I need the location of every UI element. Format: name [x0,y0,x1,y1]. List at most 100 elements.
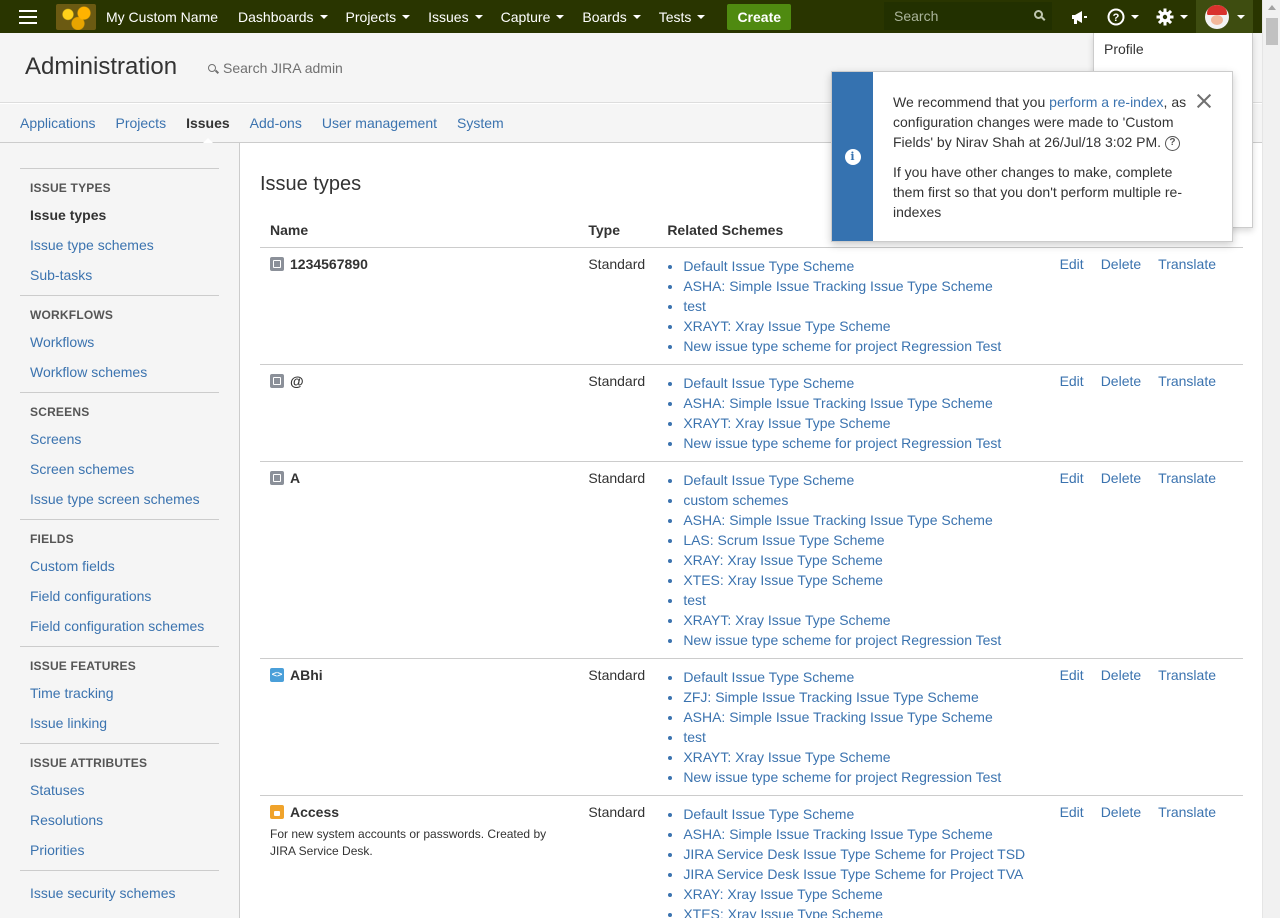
tab-system[interactable]: System [457,104,504,143]
delete-link[interactable]: Delete [1101,470,1141,486]
sidebar-item-issue-types[interactable]: Issue types [20,205,219,235]
sidebar-item-workflow-schemes[interactable]: Workflow schemes [20,362,219,392]
translate-link[interactable]: Translate [1158,470,1216,486]
sidebar-item-field-configurations[interactable]: Field configurations [20,586,219,616]
search-input[interactable] [892,7,1022,25]
sidebar-item-resolutions[interactable]: Resolutions [20,810,219,840]
edit-link[interactable]: Edit [1060,667,1084,683]
related-scheme-link[interactable]: custom schemes [683,490,1039,510]
sidebar-item-time-tracking[interactable]: Time tracking [20,683,219,713]
settings-menu-button[interactable] [1156,0,1188,33]
help-menu-button[interactable]: ? [1107,0,1139,33]
top-search-box[interactable] [884,2,1052,30]
menu-boards[interactable]: Boards [582,9,641,25]
related-scheme-link[interactable]: XRAYT: Xray Issue Type Scheme [683,316,1039,336]
translate-link[interactable]: Translate [1158,804,1216,820]
help-icon[interactable]: ? [1164,135,1180,151]
admin-search-placeholder[interactable]: Search JIRA admin [223,60,343,76]
related-scheme-link[interactable]: test [683,727,1039,747]
related-scheme-link[interactable]: test [683,296,1039,316]
search-icon[interactable] [1034,10,1043,19]
related-scheme-link[interactable]: JIRA Service Desk Issue Type Scheme for … [683,864,1039,884]
related-scheme-link[interactable]: ZFJ: Simple Issue Tracking Issue Type Sc… [683,687,1039,707]
tab-applications[interactable]: Applications [20,104,96,143]
sidebar-item-screen-schemes[interactable]: Screen schemes [20,459,219,489]
sidebar-item-issue-security-schemes[interactable]: Issue security schemes [20,883,219,913]
related-schemes-list: Default Issue Type Schemecustom schemesA… [667,470,1039,650]
related-scheme-link[interactable]: Default Issue Type Scheme [683,470,1039,490]
related-scheme-link[interactable]: ASHA: Simple Issue Tracking Issue Type S… [683,707,1039,727]
related-scheme-link[interactable]: Default Issue Type Scheme [683,667,1039,687]
column-header-name: Name [260,218,579,248]
sidebar-item-custom-fields[interactable]: Custom fields [20,556,219,586]
sidebar-item-statuses[interactable]: Statuses [20,780,219,810]
app-name[interactable]: My Custom Name [106,9,218,25]
related-scheme-link[interactable]: New issue type scheme for project Regres… [683,767,1039,787]
edit-link[interactable]: Edit [1060,256,1084,272]
menu-tests[interactable]: Tests [659,9,706,25]
sidebar-item-issue-linking[interactable]: Issue linking [20,713,219,743]
tab-issues[interactable]: Issues [186,104,230,144]
related-scheme-link[interactable]: ASHA: Simple Issue Tracking Issue Type S… [683,393,1039,413]
tab-user-management[interactable]: User management [322,104,437,143]
related-scheme-link[interactable]: Default Issue Type Scheme [683,373,1039,393]
scroll-up-arrow-icon[interactable] [1268,5,1276,10]
related-scheme-link[interactable]: JIRA Service Desk Issue Type Scheme for … [683,844,1039,864]
column-header-type: Type [578,218,658,248]
edit-link[interactable]: Edit [1060,373,1084,389]
reindex-link[interactable]: perform a re-index [1049,94,1163,110]
menu-icon[interactable] [0,0,56,33]
related-scheme-link[interactable]: New issue type scheme for project Regres… [683,336,1039,356]
delete-link[interactable]: Delete [1101,804,1141,820]
issue-type-name-cell: Access For new system accounts or passwor… [260,795,579,918]
related-scheme-link[interactable]: XRAYT: Xray Issue Type Scheme [683,610,1039,630]
delete-link[interactable]: Delete [1101,256,1141,272]
related-scheme-link[interactable]: Default Issue Type Scheme [683,256,1039,276]
related-scheme-link[interactable]: New issue type scheme for project Regres… [683,433,1039,453]
sidebar-item-field-configuration-schemes[interactable]: Field configuration schemes [20,616,219,646]
translate-link[interactable]: Translate [1158,373,1216,389]
related-scheme-link[interactable]: XRAYT: Xray Issue Type Scheme [683,747,1039,767]
app-logo[interactable] [56,3,96,30]
menu-dashboards[interactable]: Dashboards [238,9,328,25]
notifications-button[interactable] [1070,0,1088,33]
page-title: Administration [25,53,178,80]
sidebar-item-priorities[interactable]: Priorities [20,840,219,870]
related-scheme-link[interactable]: XRAY: Xray Issue Type Scheme [683,550,1039,570]
tab-projects[interactable]: Projects [116,104,167,143]
delete-link[interactable]: Delete [1101,373,1141,389]
close-icon[interactable] [1197,94,1211,108]
scrollbar-thumb[interactable] [1266,18,1278,45]
translate-link[interactable]: Translate [1158,667,1216,683]
related-scheme-link[interactable]: ASHA: Simple Issue Tracking Issue Type S… [683,824,1039,844]
related-scheme-link[interactable]: XTES: Xray Issue Type Scheme [683,570,1039,590]
sidebar-item-sub-tasks[interactable]: Sub-tasks [20,265,219,295]
sidebar-item-screens[interactable]: Screens [20,429,219,459]
profile-menu-item[interactable]: Profile [1094,33,1252,65]
related-scheme-link[interactable]: test [683,590,1039,610]
related-scheme-link[interactable]: XTES: Xray Issue Type Scheme [683,904,1039,918]
related-scheme-link[interactable]: XRAYT: Xray Issue Type Scheme [683,413,1039,433]
delete-link[interactable]: Delete [1101,667,1141,683]
page-scrollbar[interactable] [1262,0,1280,918]
admin-search[interactable]: Search JIRA admin [208,60,343,76]
related-scheme-link[interactable]: ASHA: Simple Issue Tracking Issue Type S… [683,276,1039,296]
edit-link[interactable]: Edit [1060,804,1084,820]
related-scheme-link[interactable]: New issue type scheme for project Regres… [683,630,1039,650]
menu-projects[interactable]: Projects [346,9,411,25]
tab-add-ons[interactable]: Add-ons [250,104,302,143]
create-button[interactable]: Create [727,3,792,30]
sidebar-item-workflows[interactable]: Workflows [20,332,219,362]
edit-link[interactable]: Edit [1060,470,1084,486]
related-scheme-link[interactable]: ASHA: Simple Issue Tracking Issue Type S… [683,510,1039,530]
sidebar-item-issue-type-schemes[interactable]: Issue type schemes [20,235,219,265]
related-scheme-link[interactable]: LAS: Scrum Issue Type Scheme [683,530,1039,550]
megaphone-icon [1072,10,1087,24]
related-scheme-link[interactable]: XRAY: Xray Issue Type Scheme [683,884,1039,904]
related-scheme-link[interactable]: Default Issue Type Scheme [683,804,1039,824]
menu-capture[interactable]: Capture [501,9,565,25]
translate-link[interactable]: Translate [1158,256,1216,272]
profile-menu-button[interactable] [1196,0,1253,33]
sidebar-item-issue-type-screen-schemes[interactable]: Issue type screen schemes [20,489,219,519]
menu-issues[interactable]: Issues [428,9,483,25]
